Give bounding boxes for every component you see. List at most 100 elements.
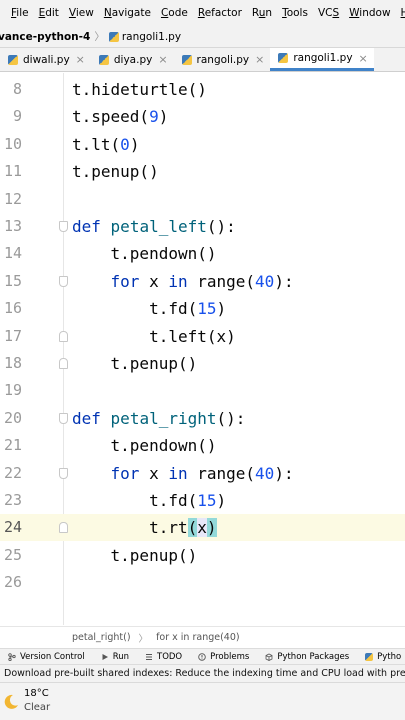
code-text: t.fd(15) xyxy=(72,491,227,510)
menu-tools[interactable]: Tools xyxy=(277,7,313,19)
todo-icon xyxy=(146,653,152,660)
menu-window[interactable]: Window xyxy=(344,7,395,19)
python-console-icon xyxy=(365,652,374,661)
line-number[interactable]: 11 xyxy=(0,158,22,185)
code-text: t.left(x) xyxy=(72,326,236,346)
line-number[interactable]: 13 xyxy=(0,213,22,240)
code-text: t.pendown() xyxy=(72,244,217,264)
menu-view[interactable]: View xyxy=(64,7,99,19)
tool-version-control[interactable]: Version Control xyxy=(0,652,93,662)
fold-marker-icon[interactable] xyxy=(59,467,68,479)
code-line[interactable]: 16 t.fd(15) xyxy=(0,295,405,322)
line-number[interactable]: 24 xyxy=(0,514,22,541)
close-icon[interactable]: × xyxy=(76,53,85,66)
nav-project-name[interactable]: vance-python-4 xyxy=(0,31,90,43)
code-line[interactable]: 14 t.pendown() xyxy=(0,240,405,267)
code-line[interactable]: 21 t.pendown() xyxy=(0,432,405,459)
menu-navigate[interactable]: Navigate xyxy=(99,7,156,19)
tab-rangoli1[interactable]: rangoli1.py × xyxy=(270,48,374,71)
code-text: t.fd(15) xyxy=(72,299,227,319)
line-number[interactable]: 21 xyxy=(0,432,22,459)
close-icon[interactable]: × xyxy=(255,53,264,66)
menu-file[interactable]: File xyxy=(6,7,34,19)
fold-marker-icon[interactable] xyxy=(59,330,68,342)
tool-problems[interactable]: Problems xyxy=(190,652,257,662)
close-icon[interactable]: × xyxy=(359,52,368,65)
problems-icon xyxy=(198,652,206,661)
fold-marker-icon[interactable] xyxy=(59,412,68,424)
line-number[interactable]: 8 xyxy=(0,76,22,103)
code-line[interactable]: 19 xyxy=(0,377,405,404)
tool-run[interactable]: Run xyxy=(93,652,137,662)
close-icon[interactable]: × xyxy=(158,53,167,66)
code-line[interactable]: 13 def petal_left(): xyxy=(0,213,405,240)
tool-python-packages[interactable]: Python Packages xyxy=(257,652,357,662)
tool-label: Run xyxy=(112,651,129,662)
code-text: t.rt(x) xyxy=(72,518,217,538)
code-text: for x in range(40): xyxy=(110,271,294,291)
line-number[interactable]: 17 xyxy=(0,323,22,350)
code-line[interactable]: 23 t.fd(15) xyxy=(0,487,405,514)
fold-marker-icon[interactable] xyxy=(59,221,68,232)
line-number[interactable]: 26 xyxy=(0,569,22,596)
run-icon xyxy=(102,653,108,660)
menu-vcs[interactable]: VCS xyxy=(313,7,344,19)
code-line[interactable]: 22 for x in range(40): xyxy=(0,460,405,487)
nav-separator: 〉 xyxy=(94,31,105,43)
code-text: for x in range(40): xyxy=(110,463,294,483)
code-line[interactable]: 18 t.penup() xyxy=(0,350,405,377)
line-number[interactable]: 14 xyxy=(0,240,22,267)
line-number[interactable]: 15 xyxy=(0,268,22,295)
tool-label: Python Packages xyxy=(277,651,350,662)
python-file-icon xyxy=(108,31,119,42)
code-line[interactable]: 10 t.lt(0) xyxy=(0,131,405,158)
line-number[interactable]: 23 xyxy=(0,487,22,514)
menu-refactor[interactable]: Refactor xyxy=(193,7,247,19)
weather-condition: Clear xyxy=(24,702,51,713)
tab-rangoli[interactable]: rangoli.py × xyxy=(174,48,271,71)
tool-python-console[interactable]: Pytho xyxy=(357,652,405,662)
code-text: t.lt(0) xyxy=(72,134,140,154)
python-file-icon xyxy=(278,53,289,63)
code-line[interactable]: 25 t.penup() xyxy=(0,542,405,569)
code-text: t.penup() xyxy=(72,354,198,373)
line-number[interactable]: 16 xyxy=(0,295,22,322)
nav-file-name[interactable]: rangoli1.py xyxy=(122,31,181,43)
code-line[interactable]: 20 def petal_right(): xyxy=(0,405,405,432)
tool-label: TODO xyxy=(157,651,183,662)
line-number[interactable]: 20 xyxy=(0,405,22,432)
version-control-icon xyxy=(8,652,16,661)
code-line[interactable]: 8 t.hideturtle() xyxy=(0,76,405,103)
line-number[interactable]: 19 xyxy=(0,377,22,404)
line-number[interactable]: 22 xyxy=(0,460,22,487)
line-number[interactable]: 9 xyxy=(0,103,22,130)
code-line[interactable]: 26 xyxy=(0,569,405,596)
code-line[interactable]: 9 t.speed(9) xyxy=(0,103,405,130)
code-editor[interactable]: 8 t.hideturtle() 9 t.speed(9) 10 t.lt(0) 11 t.p… xyxy=(0,73,405,625)
fold-marker-icon[interactable] xyxy=(59,358,68,369)
menu-help[interactable]: Help xyxy=(396,7,405,19)
fold-marker-icon[interactable] xyxy=(59,275,68,287)
breadcrumb-loop[interactable]: for x in range(40) xyxy=(156,632,240,643)
breadcrumb-function[interactable]: petal_right() xyxy=(72,632,131,643)
code-line[interactable]: 15 for x in range(40): xyxy=(0,268,405,295)
line-number[interactable]: 25 xyxy=(0,542,22,569)
tab-label: diya.py xyxy=(113,53,153,66)
menu-edit[interactable]: Edit xyxy=(34,7,64,19)
menu-run[interactable]: Run xyxy=(247,7,277,19)
code-line[interactable]: 17 t.left(x) xyxy=(0,323,405,350)
tab-label: rangoli.py xyxy=(196,53,250,66)
status-bar-message[interactable]: Download pre-built shared indexes: Reduc… xyxy=(0,664,405,682)
code-line[interactable]: 11 t.penup() xyxy=(0,158,405,185)
menu-code[interactable]: Code xyxy=(156,7,193,19)
code-line[interactable]: 24 t.rt(x) xyxy=(0,514,405,542)
code-line[interactable]: 12 xyxy=(0,186,405,213)
fold-marker-icon[interactable] xyxy=(59,522,68,534)
line-number[interactable]: 12 xyxy=(0,186,22,213)
tool-todo[interactable]: TODO xyxy=(137,652,190,662)
line-number[interactable]: 18 xyxy=(0,350,22,377)
line-number[interactable]: 10 xyxy=(0,131,22,158)
weather-temperature[interactable]: 18°C xyxy=(24,688,49,699)
tab-diwali[interactable]: diwali.py × xyxy=(0,48,91,71)
tab-diya[interactable]: diya.py × xyxy=(91,48,174,71)
